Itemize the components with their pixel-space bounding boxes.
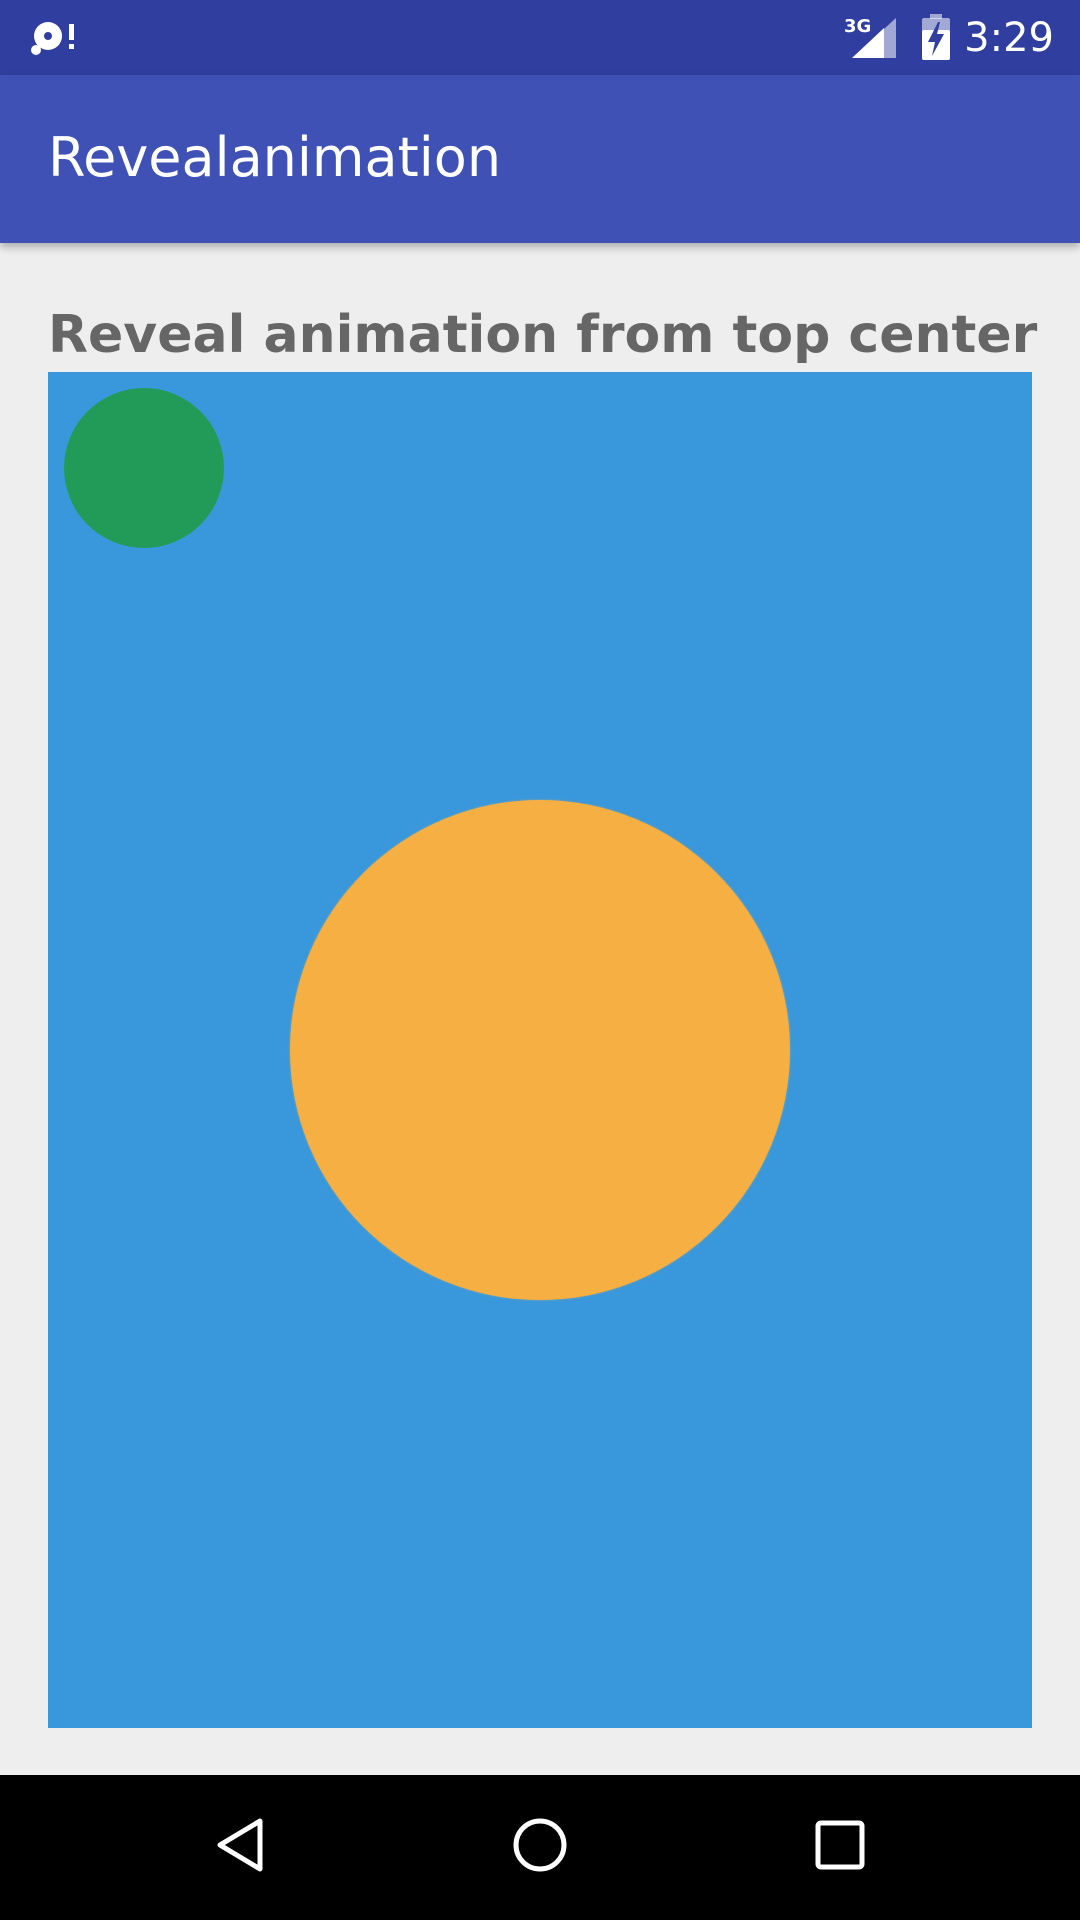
status-clock: 3:29 — [964, 15, 1054, 61]
back-button[interactable] — [190, 1797, 290, 1897]
recents-icon — [810, 1815, 870, 1879]
recents-button[interactable] — [790, 1797, 890, 1897]
navigation-bar — [0, 1775, 1080, 1920]
home-button[interactable] — [490, 1797, 590, 1897]
main-content: Reveal animation from top center — [0, 243, 1080, 1775]
app-bar: Revealanimation — [0, 75, 1080, 243]
cell-signal-icon: 3G — [842, 14, 898, 60]
status-bar: 3G 3:29 — [0, 0, 1080, 75]
home-icon — [510, 1815, 570, 1879]
reveal-panel[interactable] — [48, 372, 1032, 1728]
reveal-heading: Reveal animation from top center — [48, 305, 1038, 365]
sync-alert-icon — [28, 16, 80, 60]
back-icon — [210, 1815, 270, 1879]
battery-charging-icon — [920, 14, 952, 60]
large-orange-circle[interactable] — [290, 800, 790, 1300]
app-title: Revealanimation — [48, 126, 502, 189]
network-type-label: 3G — [844, 16, 871, 37]
small-green-circle[interactable] — [64, 388, 224, 548]
